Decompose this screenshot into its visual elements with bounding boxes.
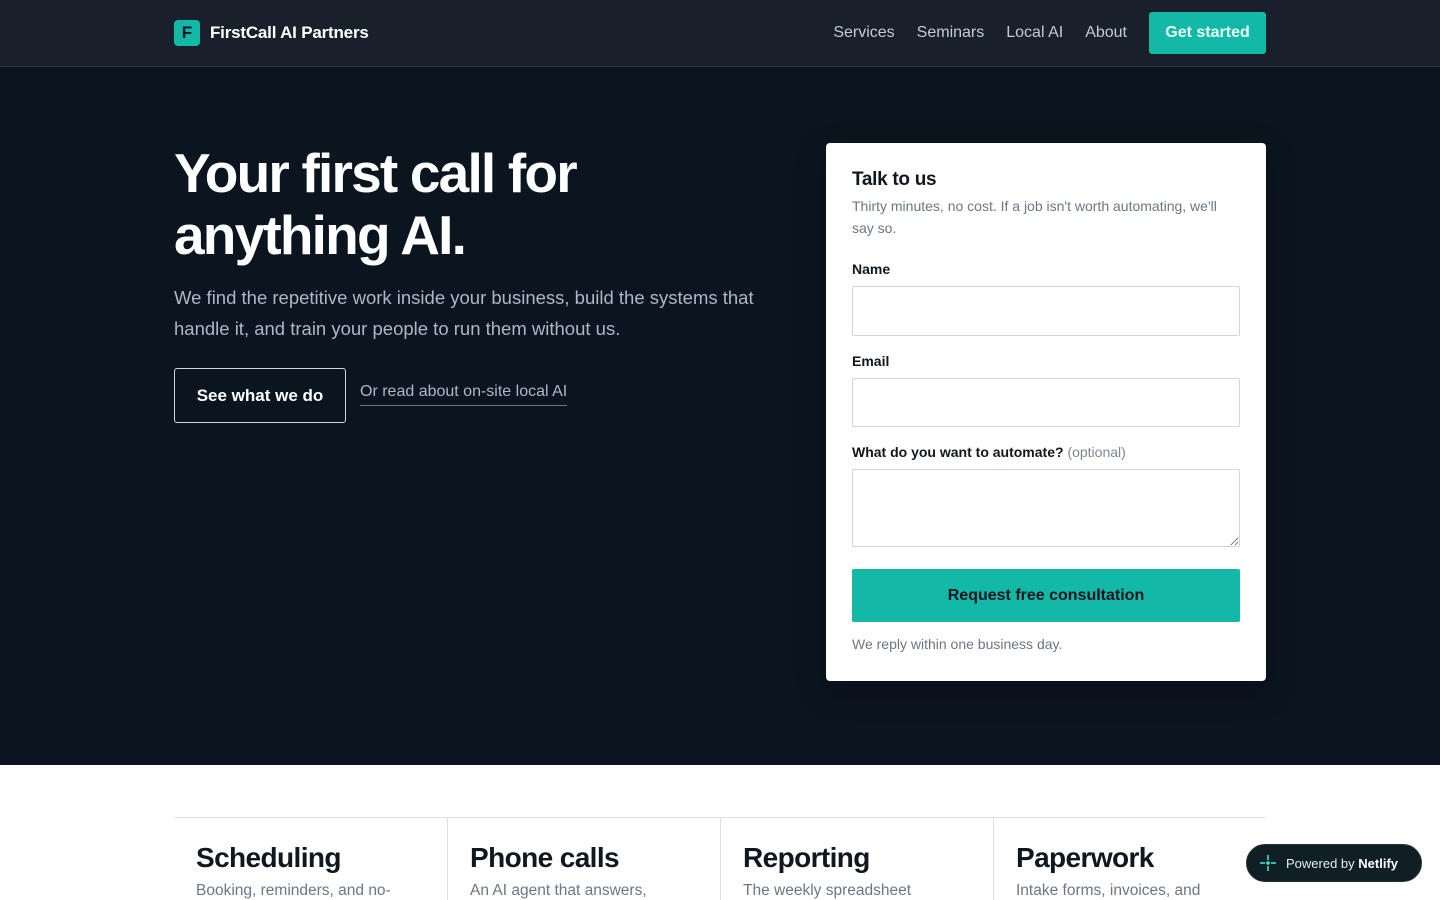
automate-textarea[interactable] — [852, 469, 1240, 547]
service-description: Booking, reminders, and no- — [196, 882, 391, 899]
badge-brand: Netlify — [1358, 855, 1399, 871]
form-title: Talk to us — [852, 169, 937, 190]
hero-subtitle: We find the repetitive work inside your … — [174, 287, 754, 339]
brand-logo[interactable]: F FirstCall AI Partners — [174, 20, 369, 46]
top-nav: F FirstCall AI Partners Services Seminar… — [0, 0, 1440, 67]
automate-label: What do you want to automate? (optional) — [852, 444, 1126, 460]
service-description: The weekly spreadsheet — [743, 882, 912, 899]
see-what-we-do-button[interactable]: See what we do — [174, 368, 346, 423]
service-card-phone-calls[interactable]: Phone calls An AI agent that answers, — [447, 818, 720, 900]
name-label: Name — [852, 261, 891, 277]
badge-text: Powered by Netlify — [1286, 856, 1398, 871]
get-started-button[interactable]: Get started — [1149, 12, 1266, 54]
services-strip: Scheduling Booking, reminders, and no- P… — [174, 817, 1266, 900]
form-subtitle: Thirty minutes, no cost. If a job isn't … — [852, 198, 1217, 236]
hero-title: Your first call for anything AI. — [174, 142, 578, 266]
nav-link-local-ai[interactable]: Local AI — [1006, 24, 1063, 42]
automate-label-text: What do you want to automate? — [852, 444, 1064, 460]
consultation-form: Talk to us Thirty minutes, no cost. If a… — [826, 143, 1266, 681]
nav-link-seminars[interactable]: Seminars — [917, 24, 985, 42]
request-consultation-button[interactable]: Request free consultation — [852, 569, 1240, 622]
email-input[interactable] — [852, 378, 1240, 427]
local-ai-link[interactable]: Or read about on-site local AI — [360, 383, 568, 406]
service-card-reporting[interactable]: Reporting The weekly spreadsheet — [720, 818, 993, 900]
service-description: Intake forms, invoices, and — [1016, 882, 1201, 899]
reply-note: We reply within one business day. — [852, 636, 1063, 652]
service-title: Paperwork — [1016, 842, 1154, 873]
optional-hint: (optional) — [1067, 444, 1126, 460]
service-description: An AI agent that answers, — [470, 882, 647, 899]
netlify-badge[interactable]: Powered by Netlify — [1246, 844, 1422, 882]
nav-link-about[interactable]: About — [1085, 24, 1127, 42]
service-title: Scheduling — [196, 842, 342, 873]
service-title: Phone calls — [470, 842, 620, 873]
badge-prefix: Powered by — [1286, 855, 1355, 871]
brand-name: FirstCall AI Partners — [210, 23, 369, 42]
logo-icon: F — [174, 20, 200, 46]
nav-link-services[interactable]: Services — [833, 24, 894, 42]
netlify-icon — [1259, 854, 1277, 872]
nav-links: Services Seminars Local AI About Get sta… — [833, 12, 1266, 54]
name-input[interactable] — [852, 286, 1240, 336]
email-label: Email — [852, 353, 890, 369]
service-card-scheduling[interactable]: Scheduling Booking, reminders, and no- — [174, 818, 447, 900]
service-title: Reporting — [743, 842, 870, 873]
service-card-paperwork[interactable]: Paperwork Intake forms, invoices, and — [993, 818, 1266, 900]
hero-section: Your first call for anything AI. We find… — [0, 67, 1440, 765]
